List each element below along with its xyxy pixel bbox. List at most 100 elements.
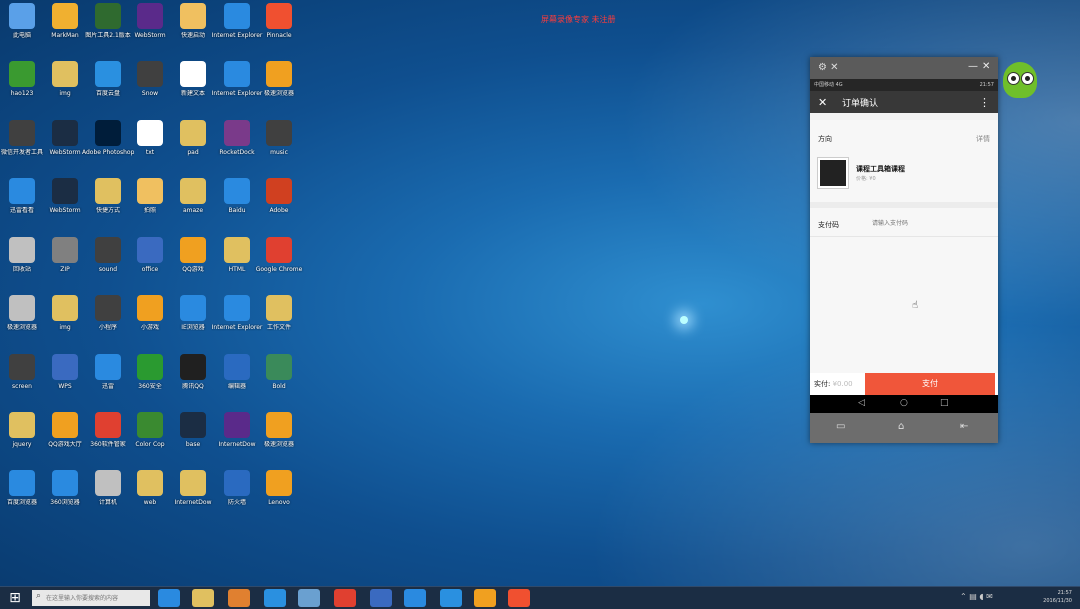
owl-eye-icon [1021,72,1034,85]
app-icon [224,61,250,87]
desktop-icon[interactable]: 极速浏览器 [253,61,305,97]
desktop-icon[interactable]: Bold [253,354,305,390]
status-time: 21:57 [979,82,994,88]
taskbar-chrome-icon[interactable] [334,589,356,607]
app-icon [180,120,206,146]
app-icon [224,3,250,29]
desktop-icon-label: music [270,149,288,156]
desktop-icon[interactable]: 极速浏览器 [253,412,305,448]
emulator-back-icon[interactable]: ▭ [836,421,845,432]
app-icon [137,3,163,29]
close-icon[interactable]: ✕ [818,96,827,109]
app-icon [266,178,292,204]
total-label: 实付: [814,380,831,388]
checkout-bar: 实付: ¥0.00 支付 [810,373,998,395]
system-clock[interactable]: 21:57 2016/11/30 [1043,589,1072,605]
app-icon [180,412,206,438]
app-icon [180,237,206,263]
gear-icon[interactable]: ⚙ ✕ [818,62,839,73]
minimize-icon[interactable]: — [968,61,978,72]
close-icon[interactable]: ✕ [982,61,990,72]
owl-widget-icon[interactable] [1003,62,1037,98]
desktop-icon[interactable]: Adobe [253,178,305,214]
pay-code-label: 支付码 [818,221,839,229]
total-amount: ¥0.00 [832,380,853,388]
divider [810,202,998,208]
app-icon [9,237,35,263]
emulator-menu-icon[interactable]: ⇤ [960,421,968,432]
taskbar-browser-icon[interactable] [440,589,462,607]
product-name: 课程工具箱课程 [856,165,905,173]
app-icon [266,354,292,380]
app-icon [137,61,163,87]
app-icon [9,120,35,146]
system-tray-icons[interactable]: ⌃ ▤ ◖ ✉ [960,592,993,601]
desktop-icon-label: Pinnacle [266,32,292,39]
desktop-icon-label: 极速浏览器 [263,90,294,97]
app-icon [52,237,78,263]
emulator-nav-bar: ▭ ⌂ ⇤ [810,413,998,443]
app-icon [95,120,121,146]
app-icon [224,237,250,263]
desktop-icon[interactable]: Google Chrome [253,237,305,273]
back-icon[interactable]: ◁ [858,398,865,408]
app-icon [137,237,163,263]
app-icon [180,178,206,204]
total-price: 实付: ¥0.00 [814,379,853,389]
emulator-home-icon[interactable]: ⌂ [898,421,904,432]
more-icon[interactable]: ⋮ [979,96,990,109]
app-icon [95,3,121,29]
desktop-icon-label: Google Chrome [255,266,303,273]
app-icon [9,354,35,380]
desktop-icon-label: 极速浏览器 [263,441,294,448]
taskbar-wps-icon[interactable] [370,589,392,607]
app-icon [180,354,206,380]
desktop-icon[interactable]: music [253,120,305,156]
app-icon [137,470,163,496]
taskbar-media-icon[interactable] [228,589,250,607]
desktop-icon-label: Bold [272,383,286,390]
app-icon [9,470,35,496]
app-bar: ✕ 订单确认 ⋮ [810,91,998,113]
app-icon [224,120,250,146]
android-nav-bar: ◁ ○ □ [810,395,998,413]
app-icon [52,295,78,321]
recorder-watermark: 屏幕录像专家 未注册 [541,15,616,24]
app-icon [52,61,78,87]
recents-icon[interactable]: □ [940,398,949,408]
desktop-icon[interactable]: Lenovo [253,470,305,506]
home-icon[interactable]: ○ [900,398,908,408]
desktop-icon[interactable]: Pinnacle [253,3,305,39]
windows-start-icon[interactable]: ⊞ [0,587,30,609]
mouse-cursor-icon: ☝ [912,300,919,311]
app-icon [180,470,206,496]
app-icon [137,178,163,204]
desktop-icon[interactable]: 工作文件 [253,295,305,331]
taskbar-app-icon[interactable] [508,589,530,607]
app-icon [9,295,35,321]
app-icon [95,354,121,380]
app-icon [9,3,35,29]
pay-button[interactable]: 支付 [865,373,995,395]
section-more-link[interactable]: 详情 [976,134,990,144]
app-icon [180,295,206,321]
page-title: 订单确认 [842,99,879,109]
desktop-icon-label: Lenovo [268,499,290,506]
pay-code-input[interactable] [872,217,982,229]
status-left: 中国移动 4G [814,82,843,88]
taskbar-game-icon[interactable] [474,589,496,607]
taskbar-search-input[interactable] [32,590,150,606]
product-price: 价格: ¥0 [856,176,876,182]
emulator-title-bar[interactable]: ⚙ ✕ — ✕ [810,57,998,79]
taskbar-cloud-icon[interactable] [298,589,320,607]
app-icon [52,3,78,29]
app-icon [52,470,78,496]
app-icon [52,120,78,146]
taskbar-baiduyun-icon[interactable] [264,589,286,607]
app-icon [266,470,292,496]
taskbar-ie-icon[interactable] [158,589,180,607]
taskbar-network-icon[interactable] [404,589,426,607]
android-emulator-window[interactable]: ⚙ ✕ — ✕ 中国移动 4G 21:57 ✕ 订单确认 ⋮ 方向 详情 课程工… [810,57,998,443]
taskbar-explorer-icon[interactable] [192,589,214,607]
app-icon [224,412,250,438]
